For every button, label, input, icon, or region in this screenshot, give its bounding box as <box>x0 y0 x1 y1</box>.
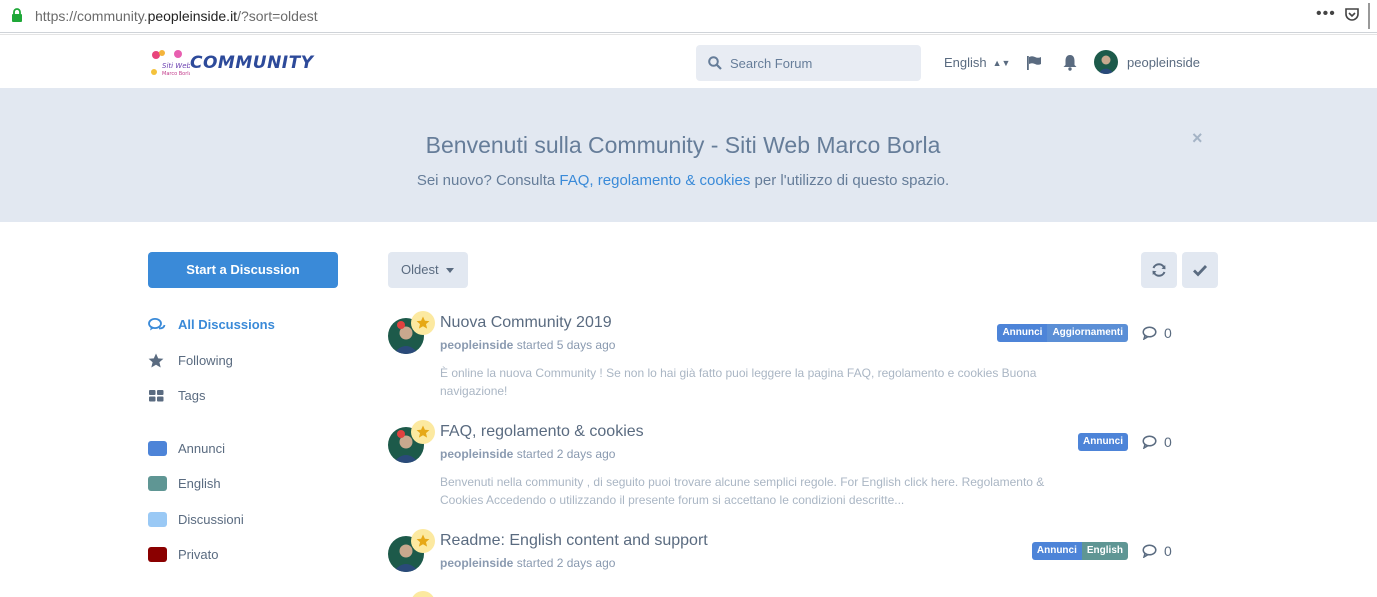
discussion-meta: peopleinside started 2 days ago <box>440 447 616 461</box>
discussion-title[interactable]: Readme: English content and support <box>440 532 708 550</box>
star-icon <box>416 316 430 329</box>
star-icon <box>148 353 164 368</box>
star-icon <box>416 425 430 438</box>
hero-title: Benvenuti sulla Community - Siti Web Mar… <box>425 132 941 158</box>
tag-color-swatch <box>148 441 167 456</box>
faq-link[interactable]: FAQ, regolamento & cookies <box>559 172 750 189</box>
sidebar-tag-discussioni[interactable]: Discussioni <box>148 510 338 530</box>
sticky-badge <box>411 529 435 553</box>
reply-count: 0 <box>1142 433 1182 451</box>
language-label: English <box>944 55 987 70</box>
tag-label: Annunci <box>178 441 225 456</box>
discussion-tags[interactable]: Annunci <box>1078 433 1128 451</box>
lock-icon <box>12 8 22 22</box>
tag-color-swatch <box>148 547 167 562</box>
sticky-badge <box>411 420 435 444</box>
nav-all-discussions[interactable]: All Discussions <box>148 315 338 335</box>
user-avatar[interactable] <box>1094 50 1118 74</box>
reply-count: 0 <box>1142 324 1182 342</box>
nav-label: All Discussions <box>178 317 275 332</box>
discussion-title[interactable]: Nuova Community 2019 <box>440 314 612 332</box>
tag-badge[interactable]: Annunci <box>1031 542 1082 560</box>
comments-icon <box>148 318 166 331</box>
tag-color-swatch <box>148 512 167 527</box>
nav-tags[interactable]: Tags <box>148 386 338 406</box>
browser-address-bar[interactable]: https://community.peopleinside.it/?sort=… <box>0 0 1377 33</box>
sort-dropdown[interactable]: Oldest <box>388 252 468 288</box>
discussion-excerpt: Benvenuti nella community , di seguito p… <box>440 475 1045 507</box>
tag-badge[interactable]: Aggiornamenti <box>1047 324 1128 342</box>
author-name[interactable]: peopleinside <box>440 556 513 570</box>
discussion-meta: peopleinside started 5 days ago <box>440 338 616 352</box>
comment-icon <box>1142 326 1157 340</box>
discussion-title[interactable]: FAQ, regolamento & cookies <box>440 423 644 441</box>
tag-color-swatch <box>148 476 167 491</box>
language-selector[interactable]: English ▲▼ <box>944 55 1010 70</box>
tag-badge[interactable]: English <box>1081 542 1128 560</box>
caret-down-icon <box>446 268 454 273</box>
close-hero-icon[interactable]: × <box>1192 128 1203 149</box>
logo-text: COMMUNITY <box>190 53 314 73</box>
svg-text:Siti Web: Siti Web <box>162 62 190 70</box>
site-header: Siti Web Marco Borla COMMUNITY Search Fo… <box>0 34 1377 88</box>
avatar-photo-icon <box>1094 50 1118 74</box>
tags-grid-icon <box>149 390 164 402</box>
sidebar-tag-annunci[interactable]: Annunci <box>148 439 338 459</box>
author-name[interactable]: peopleinside <box>440 338 513 352</box>
tag-label: Privato <box>178 547 219 562</box>
comment-icon <box>1142 435 1157 449</box>
sort-arrows-icon: ▲▼ <box>992 58 1011 68</box>
flag-icon[interactable] <box>1026 55 1042 71</box>
window-edge <box>1368 3 1370 29</box>
username[interactable]: peopleinside <box>1127 55 1200 70</box>
search-input[interactable]: Search Forum <box>696 45 921 81</box>
nav-label: Following <box>178 353 233 368</box>
discussion-tags[interactable]: Annunci Aggiornamenti <box>997 324 1128 342</box>
discussion-meta: peopleinside started 2 days ago <box>440 556 616 570</box>
tag-badge[interactable]: Annunci <box>997 324 1048 342</box>
url-text[interactable]: https://community.peopleinside.it/?sort=… <box>35 8 318 24</box>
start-discussion-button[interactable]: Start a Discussion <box>148 252 338 288</box>
logo-graphic-icon: Siti Web Marco Borla <box>151 50 190 77</box>
discussion-excerpt: È online la nuova Community ! Se non lo … <box>440 366 1037 398</box>
community-logo[interactable]: Siti Web Marco Borla COMMUNITY <box>148 48 313 80</box>
reply-count-number: 0 <box>1164 543 1172 559</box>
notifications-bell-icon[interactable] <box>1062 54 1078 71</box>
svg-text:Marco Borla: Marco Borla <box>162 71 190 77</box>
tag-label: English <box>178 476 221 491</box>
mark-all-read-button[interactable] <box>1182 252 1218 288</box>
search-placeholder: Search Forum <box>730 56 813 71</box>
pocket-icon[interactable] <box>1344 7 1360 23</box>
tag-label: Discussioni <box>178 512 244 527</box>
nav-following[interactable]: Following <box>148 351 338 371</box>
search-icon <box>708 56 722 70</box>
sort-label: Oldest <box>401 262 439 277</box>
reply-count-number: 0 <box>1164 434 1172 450</box>
check-icon <box>1193 265 1208 277</box>
reply-count: 0 <box>1142 542 1182 560</box>
comment-icon <box>1142 544 1157 558</box>
sticky-badge <box>411 311 435 335</box>
nav-label: Tags <box>178 388 206 403</box>
discussion-tags[interactable]: Annunci English <box>1031 542 1128 560</box>
sidebar-tag-english[interactable]: English <box>148 474 338 494</box>
page-actions-icon[interactable]: ••• <box>1316 5 1336 23</box>
author-name[interactable]: peopleinside <box>440 447 513 461</box>
next-item-sticky-badge <box>411 591 435 597</box>
refresh-icon <box>1152 263 1166 277</box>
star-icon <box>416 534 430 547</box>
refresh-button[interactable] <box>1141 252 1177 288</box>
sidebar-tag-privato[interactable]: Privato <box>148 545 338 565</box>
welcome-hero: Benvenuti sulla Community - Siti Web Mar… <box>0 88 1377 222</box>
tag-badge[interactable]: Annunci <box>1078 433 1128 451</box>
hero-subtitle: Sei nuovo? Consulta FAQ, regolamento & c… <box>416 172 950 189</box>
reply-count-number: 0 <box>1164 325 1172 341</box>
